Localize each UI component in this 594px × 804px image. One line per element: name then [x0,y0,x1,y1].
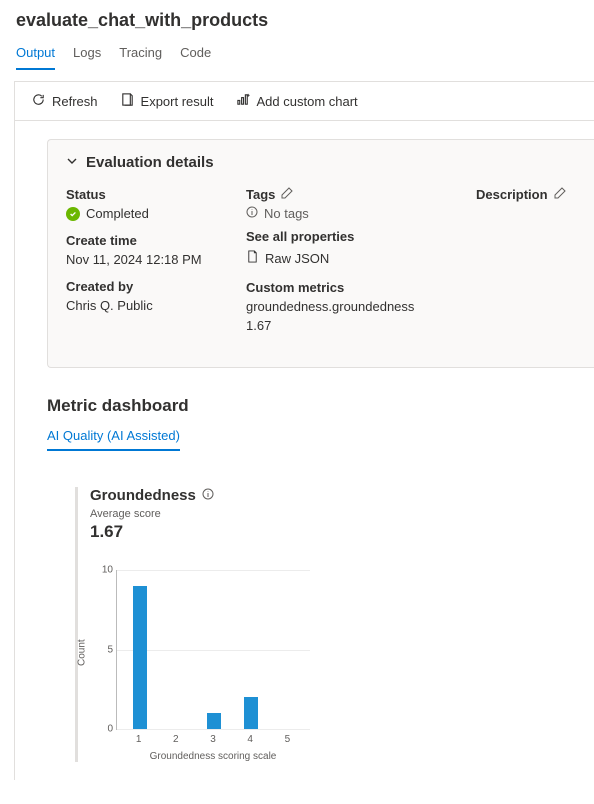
created-by-label: Created by [66,279,206,294]
raw-json-link[interactable]: Raw JSON [246,250,436,266]
add-chart-label: Add custom chart [257,94,358,109]
export-button[interactable]: Export result [120,90,214,112]
groundedness-chart-card: Groundedness Average score 1.67 Count 0 5… [75,487,335,762]
file-icon [246,250,259,266]
see-all-properties-link[interactable]: See all properties [246,229,436,244]
tab-bar: Output Logs Tracing Code [0,39,594,71]
created-by-value: Chris Q. Public [66,298,206,313]
tab-output[interactable]: Output [16,39,55,70]
x-tick: 3 [210,734,216,745]
y-tick: 5 [99,644,113,655]
create-time-value: Nov 11, 2024 12:18 PM [66,252,206,267]
status-value: Completed [86,206,149,221]
y-tick: 10 [99,565,113,576]
chart-title: Groundedness [90,487,196,504]
avg-score-label: Average score [90,508,335,520]
bar-chart: Count 0510 12345 Groundedness scoring sc… [80,570,310,762]
chevron-down-icon [66,154,78,171]
y-axis-label: Count [77,639,88,666]
chart-bar [244,697,258,729]
create-time-label: Create time [66,233,206,248]
export-icon [120,92,135,110]
tab-tracing[interactable]: Tracing [119,39,162,70]
y-tick: 0 [99,724,113,735]
description-label: Description [476,187,548,202]
refresh-label: Refresh [52,94,98,109]
custom-metrics-label: Custom metrics [246,280,436,295]
tab-ai-quality[interactable]: AI Quality (AI Assisted) [47,424,180,451]
x-tick: 5 [285,734,291,745]
custom-metrics-value: 1.67 [246,318,436,333]
success-icon [66,207,80,221]
refresh-icon [31,92,46,110]
tab-code[interactable]: Code [180,39,211,70]
raw-json-label: Raw JSON [265,251,329,266]
avg-score-value: 1.67 [90,522,335,542]
chart-bar [207,713,221,729]
status-label: Status [66,187,206,202]
add-chart-button[interactable]: Add custom chart [236,90,358,112]
refresh-button[interactable]: Refresh [31,90,98,112]
edit-description-icon[interactable] [554,187,566,202]
toolbar: Refresh Export result Add custom chart [14,81,594,121]
custom-metrics-name: groundedness.groundedness [246,299,436,314]
x-tick: 2 [173,734,179,745]
tab-logs[interactable]: Logs [73,39,101,70]
metric-dashboard-title: Metric dashboard [47,396,594,416]
x-tick: 1 [136,734,142,745]
chart-bar [133,586,147,729]
chart-plus-icon [236,92,251,110]
tags-label: Tags [246,187,275,202]
x-axis-label: Groundedness scoring scale [116,751,310,762]
info-icon [246,206,258,221]
no-tags-text: No tags [264,206,309,221]
edit-tags-icon[interactable] [281,187,293,202]
evaluation-details-toggle[interactable]: Evaluation details [66,154,576,171]
evaluation-details-title: Evaluation details [86,154,214,171]
x-tick: 4 [247,734,253,745]
evaluation-details-card: Evaluation details Status Completed Crea… [47,139,594,368]
page-title: evaluate_chat_with_products [0,0,594,39]
export-label: Export result [141,94,214,109]
info-icon[interactable] [202,487,214,504]
